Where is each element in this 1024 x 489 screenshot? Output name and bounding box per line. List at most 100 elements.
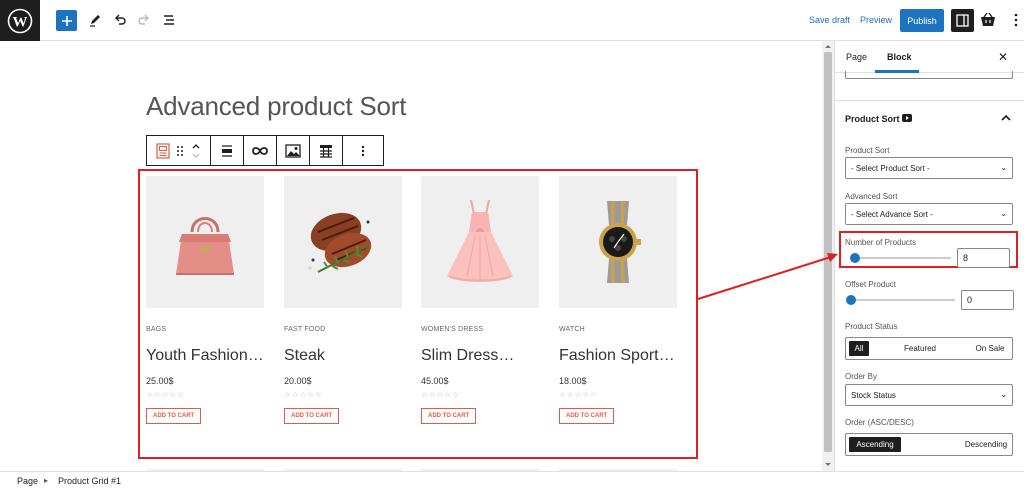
product-name[interactable]: Youth Fashion… [146, 347, 270, 365]
add-to-cart-button[interactable]: ADD TO CART [421, 408, 477, 424]
options-menu-icon[interactable] [1005, 9, 1024, 31]
sidebar-tabs: Page Block ✕ [835, 41, 1024, 73]
block-toolbar [146, 135, 384, 166]
image-settings-icon[interactable] [277, 136, 310, 165]
publish-button[interactable]: Publish [900, 9, 944, 32]
order-by-select[interactable]: Stock Status ⌄ [845, 384, 1013, 406]
editor-toolbar: W Save draft Preview Publish [0, 0, 1024, 41]
table-layout-icon[interactable] [310, 136, 343, 165]
product-grid-icon [156, 142, 170, 159]
collapse-chevron-icon[interactable] [1001, 113, 1011, 121]
number-of-products-slider[interactable] [851, 257, 951, 259]
product-name[interactable]: Slim Dress… [421, 347, 545, 365]
product-card[interactable]: WATCH Fashion Sport… 18.00$ ☆☆☆☆☆ ADD TO… [559, 176, 677, 424]
add-to-cart-button[interactable]: ADD TO CART [559, 408, 615, 424]
product-image-bag[interactable] [146, 176, 264, 308]
product-status-toggle: All Featured On Sale [845, 337, 1013, 360]
advanced-sort-label: Advanced Sort [845, 192, 898, 201]
product-card[interactable]: FAST FOOD Steak 20.00$ ☆☆☆☆☆ ADD TO CART [284, 176, 402, 424]
offset-product-label: Offset Product [845, 280, 896, 289]
breadcrumb-separator-icon: ▸ [44, 476, 49, 485]
drag-handle-icon[interactable] [176, 145, 184, 157]
save-draft-button[interactable]: Save draft [809, 15, 850, 25]
panel-title[interactable]: Product Sort [845, 114, 900, 124]
scroll-up-icon[interactable] [824, 43, 832, 49]
add-to-cart-button[interactable]: ADD TO CART [146, 408, 202, 424]
align-icon[interactable] [211, 136, 244, 165]
cart-plugin-icon[interactable] [977, 9, 999, 31]
breadcrumb: Page ▸ Product Grid #1 [0, 471, 1024, 489]
offset-product-input[interactable]: 0 [961, 290, 1014, 310]
previous-panel-field[interactable] [845, 71, 1013, 79]
sidebar-icon [956, 14, 969, 27]
plus-icon [61, 15, 72, 26]
block-type-switcher[interactable] [147, 136, 211, 165]
settings-toggle-button[interactable] [951, 9, 974, 32]
product-price: 20.00$ [284, 376, 312, 386]
chevron-down-icon: ⌄ [1000, 390, 1007, 399]
scroll-down-icon[interactable] [824, 462, 832, 468]
product-price: 25.00$ [146, 376, 174, 386]
status-option-all[interactable]: All [849, 341, 869, 356]
rating-stars-icon: ☆☆☆☆☆ [146, 390, 185, 399]
number-of-products-slider-thumb[interactable] [850, 253, 860, 263]
order-label: Order (ASC/DESC) [845, 418, 914, 427]
product-name[interactable]: Steak [284, 347, 408, 365]
rating-stars-icon: ☆☆☆☆☆ [284, 390, 323, 399]
undo-icon[interactable] [109, 9, 131, 31]
product-price: 18.00$ [559, 376, 587, 386]
canvas-scrollbar-thumb[interactable] [824, 52, 832, 452]
editor-canvas: Advanced product Sort BAGS Youth Fashion… [0, 41, 822, 471]
order-option-ascending[interactable]: Ascending [849, 437, 901, 452]
order-by-label: Order By [845, 372, 878, 381]
tools-pen-icon[interactable] [84, 9, 106, 31]
preview-button[interactable]: Preview [860, 15, 892, 25]
tab-block[interactable]: Block [887, 52, 912, 62]
block-options-icon[interactable] [343, 136, 383, 165]
order-by-value: Stock Status [851, 391, 896, 400]
move-up-down-icon[interactable] [191, 141, 201, 161]
order-option-descending[interactable]: Descending [962, 437, 1010, 452]
advanced-sort-value: - Select Advance Sort - [851, 210, 933, 219]
add-to-cart-button[interactable]: ADD TO CART [284, 408, 340, 424]
chevron-down-icon: ⌄ [1000, 209, 1007, 218]
product-sort-value: - Select Product Sort - [851, 164, 930, 173]
status-option-on-sale[interactable]: On Sale [968, 341, 1012, 356]
add-block-button[interactable] [56, 10, 77, 31]
close-icon[interactable]: ✕ [998, 50, 1008, 64]
product-category: WATCH [559, 326, 585, 333]
panel-divider [835, 100, 1024, 101]
product-category: WOMEN'S DRESS [421, 326, 484, 333]
chevron-down-icon: ⌄ [1000, 163, 1007, 172]
page-title[interactable]: Advanced product Sort [146, 91, 406, 122]
link-icon[interactable] [244, 136, 277, 165]
rating-stars-icon: ☆☆☆☆☆ [421, 390, 460, 399]
product-sort-select[interactable]: - Select Product Sort - ⌄ [845, 157, 1013, 179]
product-name[interactable]: Fashion Sport… [559, 347, 683, 365]
product-category: BAGS [146, 326, 167, 333]
product-image-watch[interactable] [559, 176, 677, 308]
number-of-products-label: Number of Products [845, 238, 917, 247]
wordpress-logo-icon[interactable]: W [0, 0, 40, 41]
breadcrumb-current[interactable]: Product Grid #1 [58, 476, 121, 486]
settings-sidebar: Page Block ✕ Product Sort Product Sort -… [834, 41, 1024, 471]
breadcrumb-root[interactable]: Page [17, 476, 38, 486]
advanced-sort-select[interactable]: - Select Advance Sort - ⌄ [845, 203, 1013, 225]
product-card[interactable]: WOMEN'S DRESS Slim Dress… 45.00$ ☆☆☆☆☆ A… [421, 176, 539, 424]
list-view-icon[interactable] [158, 9, 180, 31]
product-image-dress[interactable] [421, 176, 539, 308]
offset-product-slider[interactable] [847, 299, 955, 301]
number-of-products-input[interactable]: 8 [957, 248, 1010, 268]
svg-text:W: W [13, 14, 28, 30]
dress-icon [447, 199, 513, 282]
redo-icon[interactable] [133, 9, 155, 31]
product-price: 45.00$ [421, 376, 449, 386]
offset-product-slider-thumb[interactable] [846, 295, 856, 305]
product-card[interactable]: BAGS Youth Fashion… 25.00$ ☆☆☆☆☆ ADD TO … [146, 176, 264, 424]
status-option-featured[interactable]: Featured [896, 341, 944, 356]
product-category: FAST FOOD [284, 326, 326, 333]
watch-icon [599, 201, 641, 283]
video-tutorial-icon[interactable] [902, 114, 912, 122]
product-image-steak[interactable] [284, 176, 402, 308]
tab-page[interactable]: Page [846, 52, 867, 62]
